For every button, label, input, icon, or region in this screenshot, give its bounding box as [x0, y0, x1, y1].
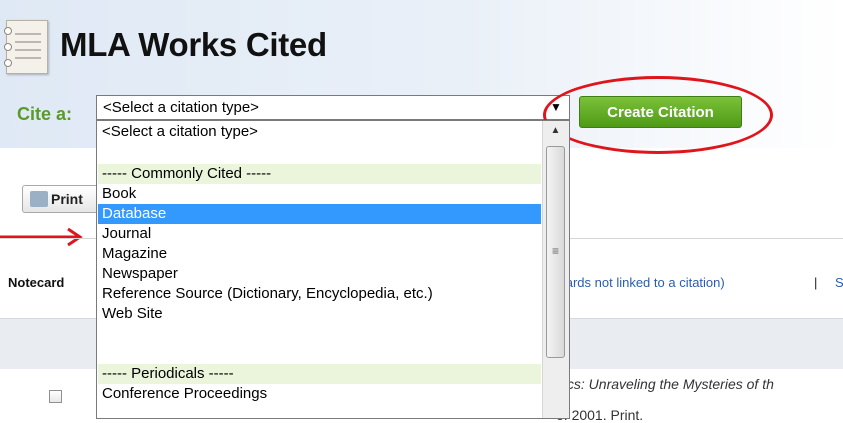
scroll-up-icon[interactable]: ▲ [543, 121, 568, 141]
dropdown-scrollbar[interactable]: ▲ ≡ [542, 121, 569, 418]
dropdown-item-web-site[interactable]: Web Site [98, 304, 541, 324]
notebook-icon [4, 20, 48, 74]
dropdown-item-blank-2 [98, 324, 541, 344]
print-label: Print [51, 191, 83, 207]
dropdown-item-conference-proceedings[interactable]: Conference Proceedings [98, 384, 541, 404]
row-checkbox[interactable] [49, 390, 62, 403]
link-separator: | [814, 275, 818, 290]
dropdown-item-placeholder[interactable]: <Select a citation type> [98, 122, 541, 142]
entry-title-fragment: nics: Unraveling the Mysteries of th [556, 376, 774, 392]
printer-icon [30, 191, 48, 207]
annotation-ellipse [543, 76, 773, 154]
dropdown-item-newspaper[interactable]: Newspaper [98, 264, 541, 284]
dropdown-item-journal[interactable]: Journal [98, 224, 541, 244]
page-title: MLA Works Cited [60, 26, 327, 63]
citation-type-dropdown[interactable]: <Select a citation type> ----- Commonly … [96, 120, 570, 419]
citation-type-select[interactable]: <Select a citation type> ▼ [96, 95, 570, 120]
dropdown-item-blank [98, 142, 541, 162]
annotation-arrow [0, 227, 83, 247]
dropdown-item-book[interactable]: Book [98, 184, 541, 204]
grip-icon: ≡ [552, 244, 560, 258]
cite-label: Cite a: [17, 104, 73, 124]
dropdown-item-magazine[interactable]: Magazine [98, 244, 541, 264]
unlinked-notecards-link[interactable]: ecards not linked to a citation) [552, 275, 725, 290]
citation-type-value: <Select a citation type> [103, 99, 259, 116]
truncated-link[interactable]: S [835, 275, 843, 290]
dropdown-group-commonly-cited: ----- Commonly Cited ----- [98, 164, 541, 184]
dropdown-item-database[interactable]: Database [98, 204, 541, 224]
scroll-thumb[interactable]: ≡ [546, 146, 565, 358]
notecards-label: Notecard [8, 275, 65, 290]
dropdown-group-periodicals: ----- Periodicals ----- [98, 364, 541, 384]
dropdown-item-reference-source[interactable]: Reference Source (Dictionary, Encycloped… [98, 284, 541, 304]
